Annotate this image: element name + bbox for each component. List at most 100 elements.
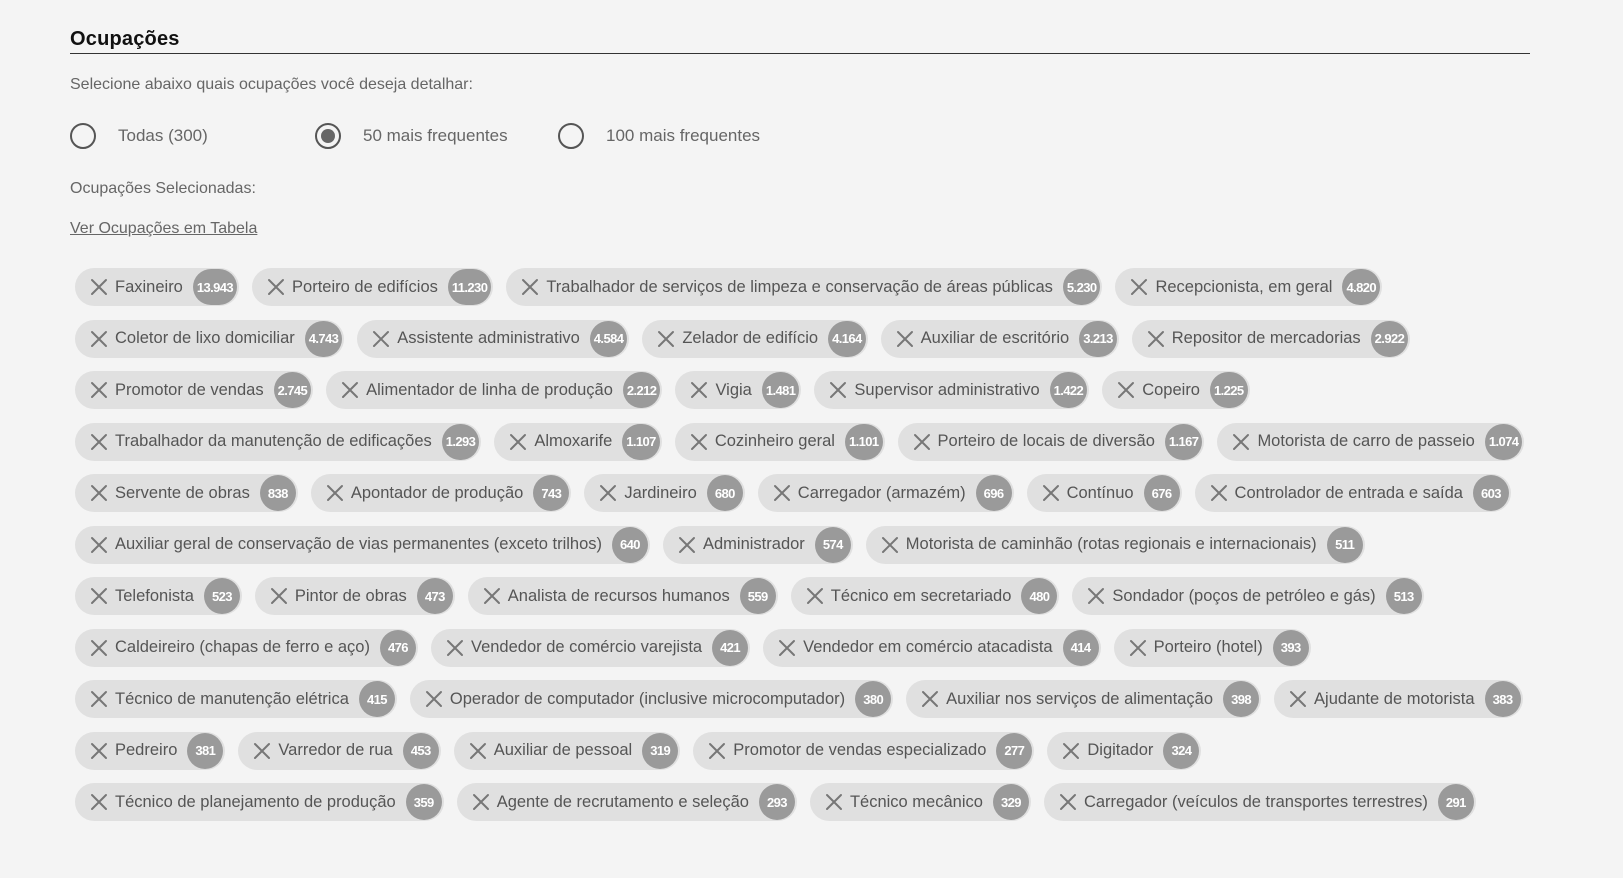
occupation-label: Pintor de obras	[294, 586, 407, 605]
remove-chip-icon[interactable]	[1041, 483, 1061, 503]
view-table-link[interactable]: Ver Ocupações em Tabela	[70, 220, 257, 238]
remove-chip-icon[interactable]	[1061, 741, 1081, 761]
remove-chip-icon[interactable]	[677, 535, 697, 555]
remove-chip-icon[interactable]	[471, 792, 491, 812]
remove-chip-icon[interactable]	[89, 741, 109, 761]
occupation-count-badge: 838	[259, 475, 296, 511]
remove-chip-icon[interactable]	[520, 277, 540, 297]
remove-chip-icon[interactable]	[252, 741, 272, 761]
remove-chip-icon[interactable]	[89, 277, 109, 297]
occupation-label: Trabalhador de serviços de limpeza e con…	[546, 277, 1053, 296]
remove-chip-icon[interactable]	[482, 586, 502, 606]
remove-chip-icon[interactable]	[920, 689, 940, 709]
radio-all[interactable]: Todas (300)	[70, 123, 315, 149]
remove-chip-icon[interactable]	[824, 792, 844, 812]
occupation-count-badge: 2.922	[1370, 320, 1409, 357]
occupation-label: Vendedor em comércio atacadista	[803, 638, 1053, 656]
radio-top-100[interactable]: 100 mais frequentes	[558, 123, 760, 149]
remove-chip-icon[interactable]	[89, 432, 109, 452]
occupation-chip: Repositor de mercadorias 2.922	[1131, 319, 1411, 358]
occupation-chip: Auxiliar nos serviços de alimentação 398	[906, 680, 1262, 718]
radio-top-50[interactable]: 50 mais frequentes	[315, 123, 558, 149]
remove-chip-icon[interactable]	[689, 432, 709, 452]
occupation-chip: Pedreiro 381	[75, 731, 226, 770]
remove-chip-icon[interactable]	[89, 638, 109, 658]
remove-chip-icon[interactable]	[1146, 329, 1166, 349]
remove-chip-icon[interactable]	[269, 586, 289, 606]
remove-chip-icon[interactable]	[805, 586, 825, 606]
occupation-count-badge: 383	[1484, 681, 1521, 717]
occupation-label: Porteiro de locais de diversão	[937, 432, 1155, 450]
remove-chip-icon[interactable]	[340, 380, 360, 400]
remove-chip-icon[interactable]	[1058, 792, 1078, 812]
occupation-chip: Porteiro de locais de diversão 1.167	[897, 422, 1205, 461]
remove-chip-icon[interactable]	[912, 432, 932, 452]
radio-circle-icon[interactable]	[558, 123, 584, 149]
occupation-count-badge: 11.230	[447, 269, 492, 305]
occupation-chip: Técnico em secretariado 480	[790, 577, 1060, 615]
occupation-chip: Vendedor em comércio atacadista 414	[763, 628, 1101, 667]
selected-occupations-list: Faxineiro 13.943 Porteiro de edifícios 11.2…	[75, 268, 1555, 835]
occupation-count-badge: 603	[1472, 475, 1509, 511]
occupation-chip: Vendedor de comércio varejista 421	[430, 628, 751, 667]
remove-chip-icon[interactable]	[689, 380, 709, 400]
remove-chip-icon[interactable]	[1129, 277, 1149, 297]
occupation-chip: Agente de recrutamento e seleção 293	[456, 783, 797, 821]
remove-chip-icon[interactable]	[424, 689, 444, 709]
remove-chip-icon[interactable]	[1086, 586, 1106, 606]
occupation-label: Ajudante de motorista	[1314, 689, 1475, 708]
remove-chip-icon[interactable]	[707, 741, 727, 761]
occupation-count-badge: 453	[402, 732, 439, 769]
remove-chip-icon[interactable]	[266, 277, 286, 297]
remove-chip-icon[interactable]	[895, 329, 915, 349]
occupation-count-badge: 380	[855, 681, 892, 717]
frequency-radio-group: Todas (300) 50 mais frequentes 100 mais …	[70, 122, 1530, 150]
occupation-label: Motorista de carro de passeio	[1257, 432, 1475, 450]
occupation-label: Alimentador de linha de produção	[366, 380, 613, 399]
occupation-label: Motorista de caminhão (rotas regionais e…	[905, 535, 1317, 553]
remove-chip-icon[interactable]	[89, 792, 109, 812]
occupation-label: Repositor de mercadorias	[1171, 329, 1361, 347]
occupation-count-badge: 1.481	[761, 372, 800, 408]
occupation-chip: Recepcionista, em geral 4.820	[1115, 268, 1383, 306]
occupation-count-badge: 1.422	[1049, 372, 1088, 408]
occupation-label: Coletor de lixo domiciliar	[115, 329, 295, 347]
remove-chip-icon[interactable]	[1128, 638, 1148, 658]
occupation-label: Agente de recrutamento e seleção	[496, 792, 749, 811]
remove-chip-icon[interactable]	[656, 329, 676, 349]
remove-chip-icon[interactable]	[89, 380, 109, 400]
occupation-count-badge: 676	[1143, 475, 1180, 511]
radio-circle-icon[interactable]	[70, 123, 96, 149]
remove-chip-icon[interactable]	[1231, 432, 1251, 452]
remove-chip-icon[interactable]	[772, 483, 792, 503]
remove-chip-icon[interactable]	[89, 586, 109, 606]
occupation-label: Carregador (armazém)	[797, 483, 966, 502]
occupation-label: Pedreiro	[115, 741, 178, 759]
remove-chip-icon[interactable]	[445, 638, 465, 658]
remove-chip-icon[interactable]	[1209, 483, 1229, 503]
occupation-label: Técnico mecânico	[849, 792, 983, 811]
occupation-count-badge: 513	[1385, 578, 1422, 614]
remove-chip-icon[interactable]	[1288, 689, 1308, 709]
remove-chip-icon[interactable]	[89, 483, 109, 503]
occupation-chip: Operador de computador (inclusive microc…	[409, 680, 894, 718]
occupation-label: Caldeireiro (chapas de ferro e aço)	[115, 638, 370, 656]
occupation-label: Faxineiro	[115, 277, 183, 296]
remove-chip-icon[interactable]	[325, 483, 345, 503]
remove-chip-icon[interactable]	[880, 535, 900, 555]
remove-chip-icon[interactable]	[371, 329, 391, 349]
occupation-label: Promotor de vendas especializado	[733, 741, 987, 759]
remove-chip-icon[interactable]	[89, 689, 109, 709]
remove-chip-icon[interactable]	[1116, 380, 1136, 400]
radio-circle-icon[interactable]	[315, 123, 341, 149]
remove-chip-icon[interactable]	[508, 432, 528, 452]
occupation-chip: Promotor de vendas especializado 277	[693, 731, 1035, 770]
remove-chip-icon[interactable]	[468, 741, 488, 761]
occupation-count-badge: 640	[612, 526, 648, 563]
remove-chip-icon[interactable]	[777, 638, 797, 658]
remove-chip-icon[interactable]	[828, 380, 848, 400]
remove-chip-icon[interactable]	[598, 483, 618, 503]
remove-chip-icon[interactable]	[89, 535, 109, 555]
remove-chip-icon[interactable]	[89, 329, 109, 349]
occupation-count-badge: 4.164	[828, 320, 866, 357]
